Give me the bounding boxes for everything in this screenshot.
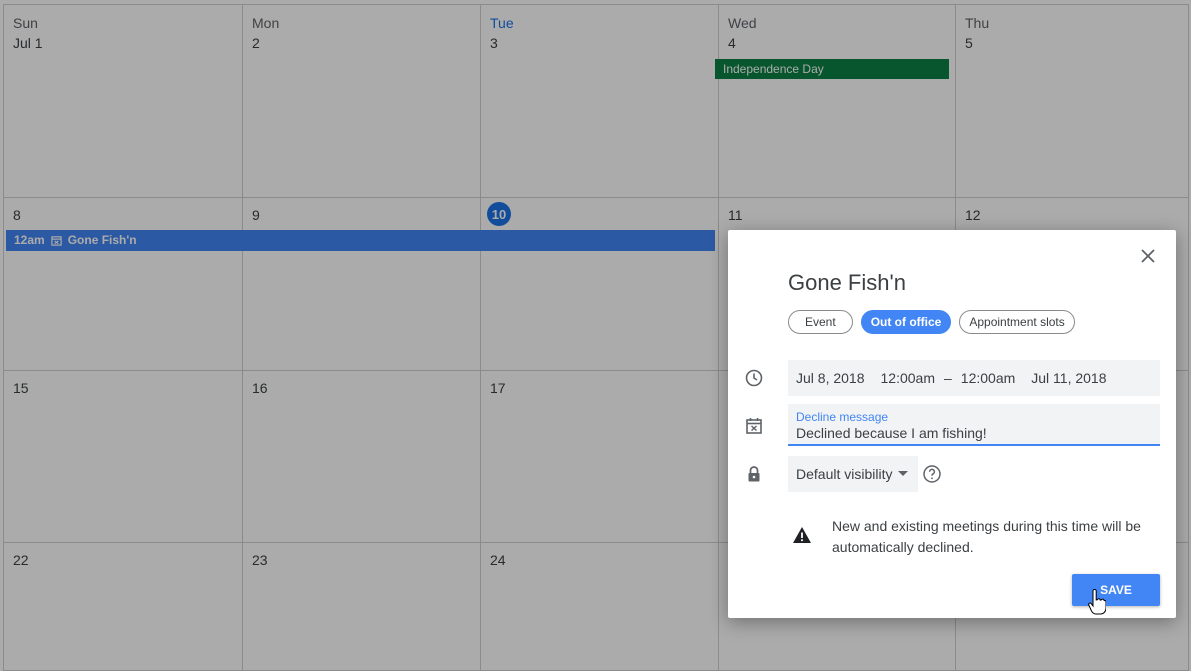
- tab-appointment-slots[interactable]: Appointment slots: [959, 310, 1075, 334]
- calendar-decline-icon: [746, 418, 762, 434]
- decline-message-field[interactable]: Decline message: [788, 404, 1160, 446]
- close-icon: [1141, 249, 1155, 263]
- lock-icon: [748, 466, 760, 482]
- date-time-row: Jul 8, 2018 12:00am – 12:00am Jul 11, 20…: [788, 360, 1160, 396]
- close-button[interactable]: [1138, 246, 1158, 266]
- warning-icon: [793, 527, 811, 543]
- end-date[interactable]: Jul 11, 2018: [1031, 370, 1106, 386]
- visibility-value: Default visibility: [796, 466, 893, 482]
- clock-icon: [745, 369, 763, 387]
- date-separator: –: [943, 370, 952, 386]
- tab-event[interactable]: Event: [788, 310, 853, 334]
- decline-message-label: Decline message: [796, 410, 889, 424]
- dialog-title[interactable]: Gone Fish'n: [788, 270, 906, 296]
- save-button[interactable]: SAVE: [1072, 574, 1160, 606]
- warning-message: New and existing meetings during this ti…: [832, 518, 1141, 555]
- help-icon[interactable]: [922, 464, 942, 484]
- chevron-down-icon: [898, 471, 909, 476]
- decline-message-input[interactable]: [796, 425, 1146, 441]
- start-time[interactable]: 12:00am: [881, 370, 935, 386]
- event-type-tabs: Event Out of office Appointment slots: [788, 310, 1075, 334]
- tab-out-of-office[interactable]: Out of office: [860, 310, 952, 334]
- visibility-dropdown[interactable]: Default visibility: [788, 456, 918, 492]
- end-time[interactable]: 12:00am: [961, 370, 1015, 386]
- start-date[interactable]: Jul 8, 2018: [796, 370, 865, 386]
- hand-cursor-icon: [1088, 589, 1106, 615]
- event-dialog: Gone Fish'n Event Out of office Appointm…: [728, 230, 1176, 618]
